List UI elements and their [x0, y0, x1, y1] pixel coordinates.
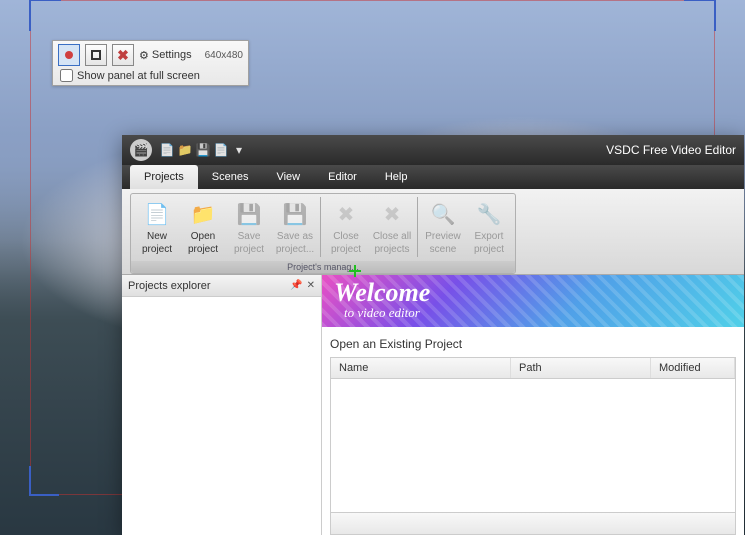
preview-icon: 🔍	[429, 201, 457, 229]
fullscreen-checkbox[interactable]	[60, 69, 73, 82]
column-name[interactable]: Name	[331, 358, 511, 378]
table-header: NamePathModified	[331, 358, 735, 379]
tab-scenes[interactable]: Scenes	[198, 165, 263, 189]
main-area: Welcome to video editor Open an Existing…	[322, 275, 744, 535]
projects-explorer: Projects explorer 📌 ✕	[122, 275, 322, 535]
qat-dropdown-icon[interactable]: ▾	[232, 143, 246, 157]
tab-help[interactable]: Help	[371, 165, 422, 189]
record-button[interactable]	[58, 44, 80, 66]
record-icon	[65, 51, 73, 59]
new-project-icon: 📄	[143, 201, 171, 229]
fullscreen-label: Show panel at full screen	[77, 70, 200, 82]
close-icon[interactable]: ✕	[307, 280, 315, 291]
ribbon-separator	[417, 197, 418, 257]
welcome-banner: Welcome to video editor	[322, 275, 744, 327]
welcome-subtitle: to video editor	[344, 305, 430, 321]
new-project-button[interactable]: 📄Newproject	[134, 197, 180, 259]
table-body[interactable]	[331, 379, 735, 512]
ribbon-separator	[320, 197, 321, 257]
welcome-title: Welcome	[334, 281, 430, 304]
close-project-button: ✖Closeproject	[323, 197, 369, 259]
close-project-icon: ✖	[332, 201, 360, 229]
tab-projects[interactable]: Projects	[130, 165, 198, 189]
project-table: NamePathModified	[330, 357, 736, 535]
pin-icon[interactable]: 📌	[290, 280, 302, 291]
close-all-icon: ✖	[378, 201, 406, 229]
export-button: 🔧Exportproject	[466, 197, 512, 259]
app-window: 🎬 📄 📁 💾 📄 ▾ VSDC Free Video Editor Projects…	[122, 135, 744, 535]
open-project-button[interactable]: 📁Openproject	[180, 197, 226, 259]
settings-button[interactable]: ⚙ Settings	[139, 49, 192, 62]
gear-icon: ⚙	[139, 49, 149, 62]
export-icon: 🔧	[475, 201, 503, 229]
save-project-icon: 💾	[235, 201, 263, 229]
titlebar[interactable]: 🎬 📄 📁 💾 📄 ▾ VSDC Free Video Editor	[122, 135, 744, 165]
table-footer	[331, 512, 735, 534]
explorer-header: Projects explorer 📌 ✕	[122, 275, 321, 297]
explorer-body[interactable]	[122, 297, 321, 535]
ribbon-group-projects: 📄Newproject📁Openproject💾Saveproject💾Save…	[130, 193, 516, 274]
tab-editor[interactable]: Editor	[314, 165, 371, 189]
region-icon	[91, 50, 101, 60]
column-path[interactable]: Path	[511, 358, 651, 378]
save-icon[interactable]: 💾	[196, 143, 210, 157]
app-icon: 🎬	[130, 139, 152, 161]
save-project-button: 💾Saveproject	[226, 197, 272, 259]
save-as-button: 💾Save asproject...	[272, 197, 318, 259]
open-folder-icon[interactable]: 📁	[178, 143, 192, 157]
capture-toolbar: ✖ ⚙ Settings 640x480 Show panel at full …	[52, 40, 249, 86]
close-all-button: ✖Close allprojects	[369, 197, 415, 259]
tab-view[interactable]: View	[262, 165, 314, 189]
settings-label: Settings	[152, 49, 192, 61]
menubar: ProjectsScenesViewEditorHelp	[122, 165, 744, 189]
page-icon[interactable]: 📄	[214, 143, 228, 157]
cancel-icon: ✖	[117, 47, 129, 64]
save-as-icon: 💾	[281, 201, 309, 229]
ribbon-group-label: Project's manag...	[131, 261, 515, 273]
ribbon: 📄Newproject📁Openproject💾Saveproject💾Save…	[122, 189, 744, 275]
workspace: Projects explorer 📌 ✕ Welcome to video e…	[122, 275, 744, 535]
new-doc-icon[interactable]: 📄	[160, 143, 174, 157]
region-button[interactable]	[85, 44, 107, 66]
column-modified[interactable]: Modified	[651, 358, 735, 378]
open-project-icon: 📁	[189, 201, 217, 229]
preview-button: 🔍Previewscene	[420, 197, 466, 259]
app-title: VSDC Free Video Editor	[606, 143, 736, 157]
explorer-title: Projects explorer	[128, 280, 211, 292]
cancel-capture-button[interactable]: ✖	[112, 44, 134, 66]
capture-dimensions: 640x480	[205, 50, 243, 61]
open-existing-label: Open an Existing Project	[322, 327, 744, 357]
